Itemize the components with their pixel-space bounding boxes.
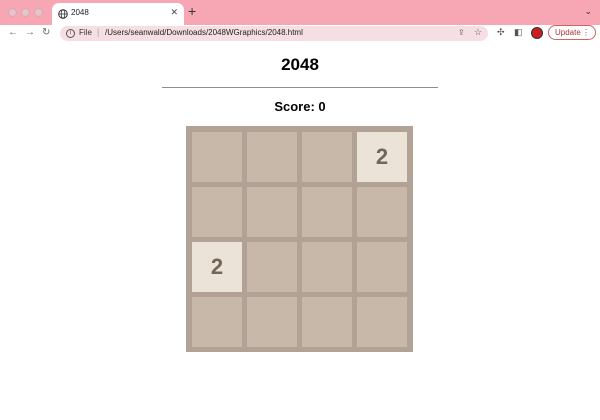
page-title: 2048 [281, 55, 319, 74]
tile-value [192, 297, 242, 347]
empty-cell [357, 297, 407, 347]
empty-cell [247, 187, 297, 237]
tab-2048[interactable]: 2048 ✕ [52, 3, 184, 25]
bookmark-star-icon[interactable]: ☆ [474, 27, 482, 38]
zoom-window-button[interactable] [34, 8, 43, 17]
tile: 2 [357, 132, 407, 182]
empty-cell [192, 132, 242, 182]
tile-value [302, 242, 352, 292]
tile-value [302, 297, 352, 347]
forward-button[interactable]: → [25, 26, 35, 40]
title-divider [162, 87, 438, 88]
info-icon[interactable]: i [66, 29, 75, 38]
tab-title: 2048 [71, 8, 89, 17]
tab-search-chevron-icon[interactable]: ⌄ [584, 6, 592, 17]
update-button[interactable]: Update ⋮ [548, 25, 596, 40]
browser-toolbar: ← → ↻ i File | /Users/seanwald/Downloads… [0, 25, 600, 42]
tile-value [247, 132, 297, 182]
game-board[interactable]: 22 [186, 126, 413, 352]
tile-value [247, 297, 297, 347]
tab-bar: 2048 ✕ + ⌄ [0, 0, 600, 25]
empty-cell [302, 297, 352, 347]
close-window-button[interactable] [8, 8, 17, 17]
empty-cell [192, 187, 242, 237]
profile-avatar[interactable] [531, 27, 543, 39]
empty-cell [302, 187, 352, 237]
address-separator: | [97, 27, 100, 37]
tile-value [247, 242, 297, 292]
update-label: Update [555, 28, 581, 37]
tile: 2 [192, 242, 242, 292]
tile-value [302, 187, 352, 237]
close-tab-icon[interactable]: ✕ [170, 7, 178, 18]
minimize-window-button[interactable] [21, 8, 30, 17]
reload-button[interactable]: ↻ [42, 26, 50, 40]
empty-cell [357, 187, 407, 237]
empty-cell [247, 132, 297, 182]
extensions-puzzle-icon[interactable]: ✣ [497, 27, 505, 38]
address-scheme-label: File [79, 28, 92, 37]
tile-value [357, 242, 407, 292]
empty-cell [357, 242, 407, 292]
tile-value: 2 [375, 144, 389, 169]
tile-value [357, 297, 407, 347]
tile-value [302, 132, 352, 182]
address-bar[interactable]: i File | /Users/seanwald/Downloads/2048W… [60, 26, 488, 41]
tile-value [357, 187, 407, 237]
new-tab-button[interactable]: + [188, 3, 196, 19]
back-button[interactable]: ← [8, 26, 18, 40]
tile-value [247, 187, 297, 237]
tile-value: 2 [210, 254, 224, 279]
empty-cell [302, 132, 352, 182]
share-icon[interactable]: ⇪ [458, 28, 465, 37]
globe-icon [58, 9, 68, 19]
tile-value [192, 132, 242, 182]
empty-cell [192, 297, 242, 347]
empty-cell [302, 242, 352, 292]
tile-value [192, 187, 242, 237]
side-panel-icon[interactable]: ◧ [514, 27, 523, 38]
empty-cell [247, 297, 297, 347]
more-menu-icon[interactable]: ⋮ [582, 26, 590, 39]
address-url[interactable]: /Users/seanwald/Downloads/2048WGraphics/… [105, 28, 303, 37]
score-label: Score: 0 [274, 99, 326, 114]
empty-cell [247, 242, 297, 292]
